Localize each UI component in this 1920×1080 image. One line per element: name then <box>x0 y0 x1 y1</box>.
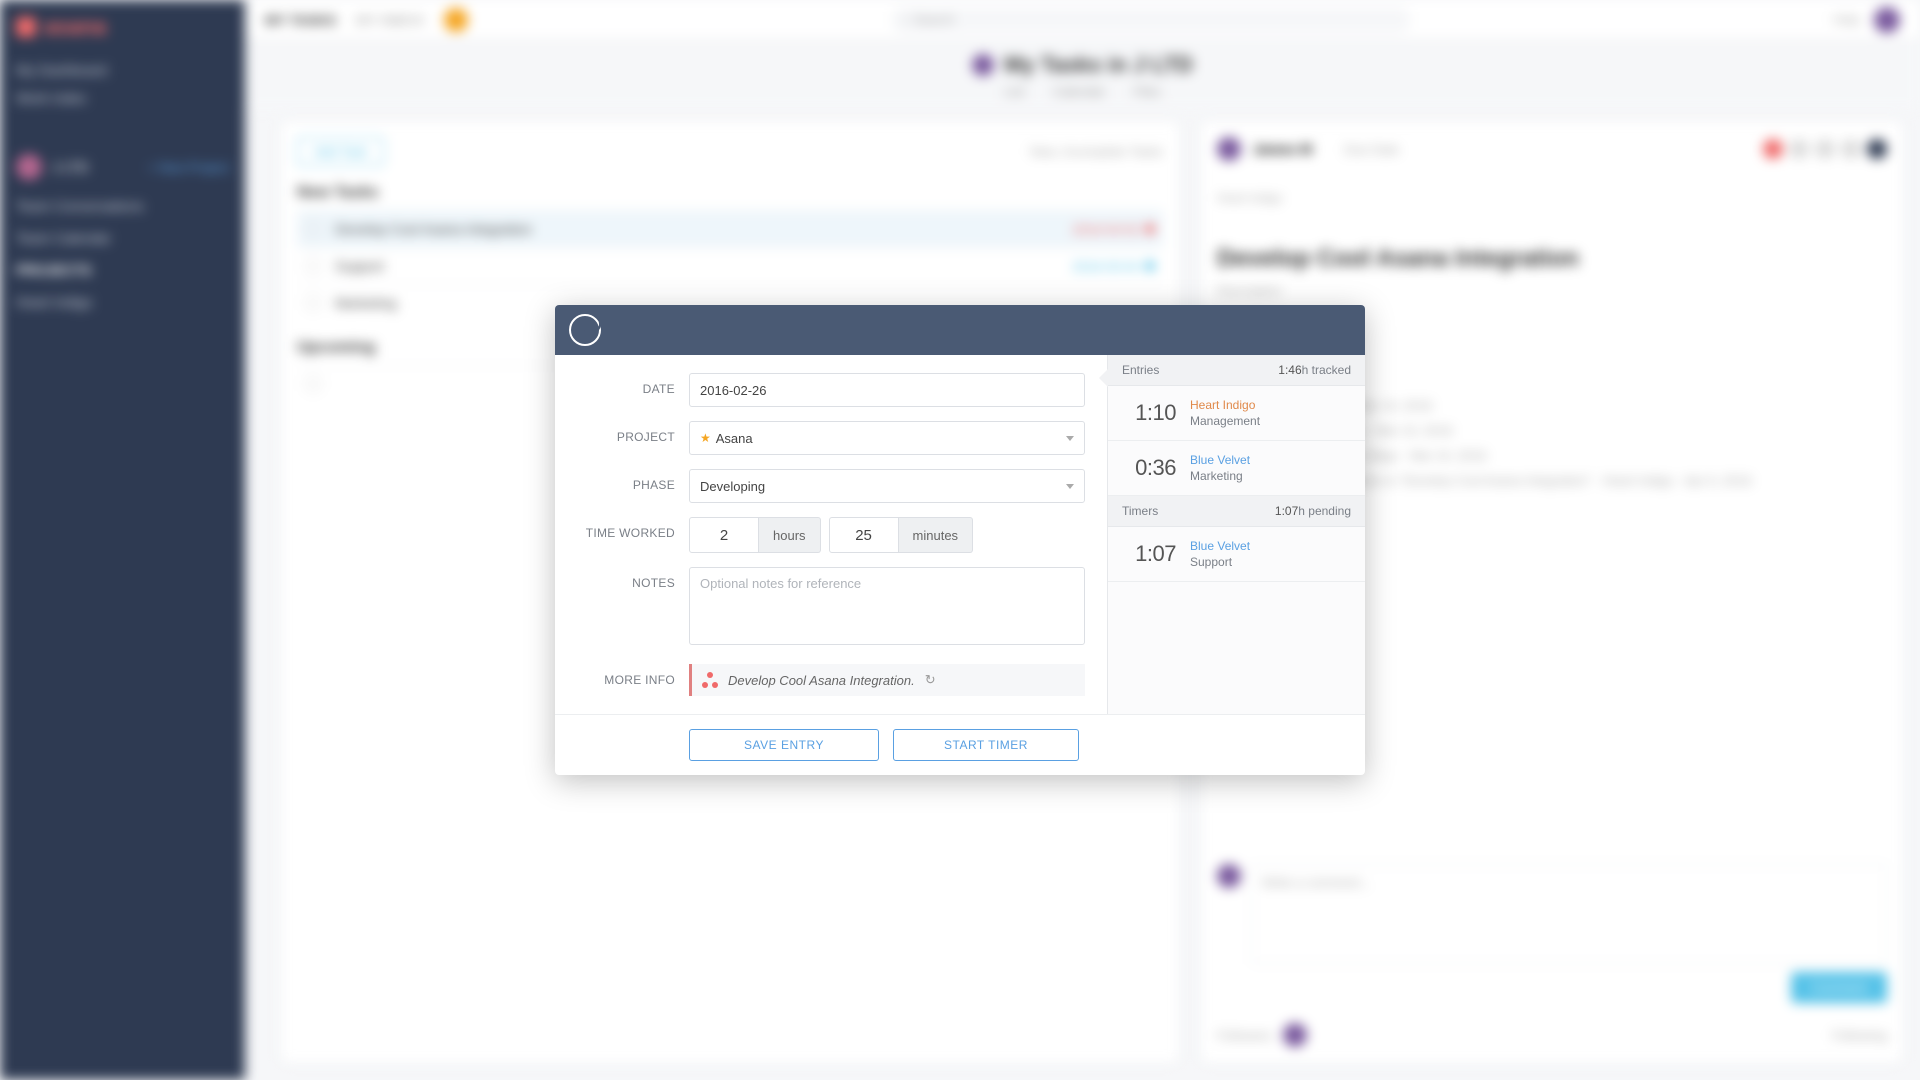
entries-sidebar: Entries 1:46h tracked 1:10 Heart Indigo … <box>1107 355 1365 714</box>
star-icon: ★ <box>700 431 711 445</box>
timers-pending-value: 1:07 <box>1275 504 1298 518</box>
project-select[interactable]: ★ Asana <box>689 421 1085 455</box>
timer-app-icon <box>569 314 601 346</box>
minutes-unit: minutes <box>899 517 974 553</box>
modal-overlay: DATE PROJECT ★ Asana PHASE <box>0 0 1920 1080</box>
entries-header: Entries 1:46h tracked <box>1108 355 1365 386</box>
entry-form: DATE PROJECT ★ Asana PHASE <box>555 355 1107 714</box>
label-time-worked: TIME WORKED <box>577 517 675 540</box>
save-entry-button[interactable]: SAVE ENTRY <box>689 729 879 761</box>
timer-client: Blue Velvet <box>1190 539 1250 553</box>
hours-input[interactable] <box>689 517 759 553</box>
timer-project: Support <box>1190 555 1250 569</box>
entries-label: Entries <box>1122 363 1159 377</box>
more-info-text: Develop Cool Asana Integration. <box>728 673 915 688</box>
timers-label: Timers <box>1122 504 1158 518</box>
refresh-icon[interactable]: ↻ <box>925 672 936 688</box>
entries-tracked-suffix: h tracked <box>1302 363 1351 377</box>
entry-row[interactable]: 0:36 Blue Velvet Marketing <box>1108 441 1365 496</box>
label-date: DATE <box>577 373 675 396</box>
entry-project: Management <box>1190 414 1260 428</box>
timer-row[interactable]: 1:07 Blue Velvet Support <box>1108 527 1365 582</box>
date-input[interactable] <box>689 373 1085 407</box>
label-more-info: MORE INFO <box>577 664 675 687</box>
label-notes: NOTES <box>577 567 675 590</box>
sidebar-pointer <box>1099 369 1108 387</box>
label-phase: PHASE <box>577 469 675 492</box>
entry-project: Marketing <box>1190 469 1250 483</box>
time-entry-modal: DATE PROJECT ★ Asana PHASE <box>555 305 1365 775</box>
start-timer-button[interactable]: START TIMER <box>893 729 1079 761</box>
hours-unit: hours <box>759 517 821 553</box>
phase-select[interactable]: Developing <box>689 469 1085 503</box>
timers-header: Timers 1:07h pending <box>1108 496 1365 527</box>
entry-time: 1:10 <box>1122 400 1176 426</box>
asana-icon <box>702 672 718 688</box>
timers-pending-suffix: h pending <box>1298 504 1351 518</box>
label-project: PROJECT <box>577 421 675 444</box>
entry-client: Heart Indigo <box>1190 398 1260 412</box>
phase-value: Developing <box>700 479 765 494</box>
entry-row[interactable]: 1:10 Heart Indigo Management <box>1108 386 1365 441</box>
entry-client: Blue Velvet <box>1190 453 1250 467</box>
timer-time: 1:07 <box>1122 541 1176 567</box>
notes-textarea[interactable] <box>689 567 1085 645</box>
minutes-input[interactable] <box>829 517 899 553</box>
more-info-box: Develop Cool Asana Integration. ↻ <box>689 664 1085 696</box>
modal-footer: SAVE ENTRY START TIMER <box>555 714 1365 775</box>
entry-time: 0:36 <box>1122 455 1176 481</box>
modal-header <box>555 305 1365 355</box>
entries-tracked-value: 1:46 <box>1278 363 1301 377</box>
project-value: Asana <box>716 431 753 446</box>
